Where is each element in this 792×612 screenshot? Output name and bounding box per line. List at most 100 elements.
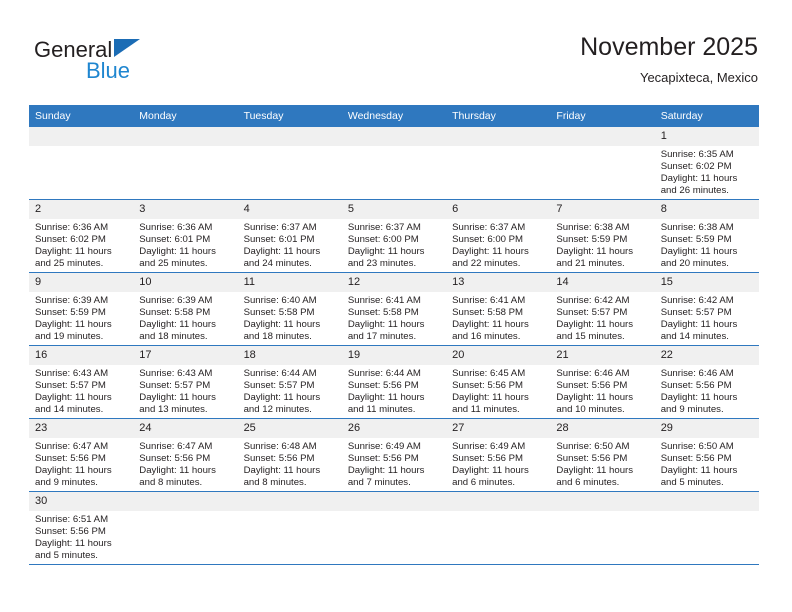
daylight-text-line2: and 15 minutes. xyxy=(556,331,625,343)
sunrise-text: Sunrise: 6:43 AM xyxy=(139,368,213,379)
sunrise-text: Sunrise: 6:44 AM xyxy=(243,368,317,379)
daylight-text-line2: and 9 minutes. xyxy=(35,477,98,489)
day-number: 29 xyxy=(654,419,759,438)
daylight-text-line2: and 18 minutes. xyxy=(243,331,312,343)
calendar-day-cell[interactable]: 18 Sunrise: 6:44 AM Sunset: 5:57 PM Dayligh… xyxy=(237,345,342,419)
daylight-text-line1: Daylight: 11 hours xyxy=(35,538,112,550)
day-details: Sunrise: 6:36 AM Sunset: 6:01 PM Daylight:… xyxy=(133,219,237,270)
sunrise-text: Sunrise: 6:47 AM xyxy=(35,441,109,452)
sunset-text: Sunset: 6:02 PM xyxy=(660,161,732,173)
daylight-text-line2: and 7 minutes. xyxy=(347,477,411,489)
day-details: Sunrise: 6:47 AM Sunset: 5:56 PM Daylight:… xyxy=(29,438,133,489)
calendar-day-cell[interactable]: 20 Sunrise: 6:45 AM Sunset: 5:56 PM Dayligh… xyxy=(446,345,551,419)
daylight-text-line1: Daylight: 11 hours xyxy=(35,246,112,258)
sunrise-text: Sunrise: 6:49 AM xyxy=(347,441,421,452)
daylight-text-line1: Daylight: 11 hours xyxy=(556,246,634,258)
general-blue-logo[interactable]: General Blue xyxy=(34,38,224,90)
calendar-day-cell[interactable]: 28 Sunrise: 6:50 AM Sunset: 5:56 PM Dayligh… xyxy=(550,418,655,492)
daylight-text-line1: Daylight: 11 hours xyxy=(347,246,425,258)
calendar-day-cell[interactable]: 30 Sunrise: 6:51 AM Sunset: 5:56 PM Dayligh… xyxy=(29,491,134,564)
calendar-day-cell[interactable]: 23 Sunrise: 6:47 AM Sunset: 5:56 PM Dayligh… xyxy=(29,418,134,492)
daylight-text-line2: and 14 minutes. xyxy=(660,331,729,343)
daylight-text-line2: and 16 minutes. xyxy=(452,331,521,343)
calendar-day-cell[interactable]: 29 Sunrise: 6:50 AM Sunset: 5:56 PM Dayligh… xyxy=(654,418,759,492)
sunrise-text: Sunrise: 6:40 AM xyxy=(243,295,317,306)
day-number: 9 xyxy=(29,273,134,292)
calendar-day-cell[interactable]: 5 Sunrise: 6:37 AM Sunset: 6:00 PM Daylight… xyxy=(341,199,447,273)
calendar-day-cell[interactable]: 12 Sunrise: 6:41 AM Sunset: 5:58 PM Dayligh… xyxy=(341,272,447,346)
day-details: Sunrise: 6:38 AM Sunset: 5:59 PM Daylight:… xyxy=(655,219,759,270)
day-number: 17 xyxy=(133,346,238,365)
calendar-day-cell[interactable]: 10 Sunrise: 6:39 AM Sunset: 5:58 PM Dayligh… xyxy=(133,272,238,346)
day-number: 16 xyxy=(29,346,134,365)
calendar-day-cell[interactable]: 3 Sunrise: 6:36 AM Sunset: 6:01 PM Daylight… xyxy=(133,199,238,273)
daylight-text-line1: Daylight: 11 hours xyxy=(347,319,425,331)
daylight-text-line1: Daylight: 11 hours xyxy=(35,319,112,331)
page-title: November 2025 xyxy=(580,33,758,61)
calendar-day-cell[interactable]: 22 Sunrise: 6:46 AM Sunset: 5:56 PM Dayligh… xyxy=(654,345,759,419)
calendar-day-cell[interactable]: 25 Sunrise: 6:48 AM Sunset: 5:56 PM Dayligh… xyxy=(237,418,342,492)
calendar-day-cell[interactable]: 11 Sunrise: 6:40 AM Sunset: 5:58 PM Dayligh… xyxy=(237,272,342,346)
day-number: 21 xyxy=(550,346,655,365)
sunset-text: Sunset: 5:56 PM xyxy=(347,453,419,465)
day-details: Sunrise: 6:36 AM Sunset: 6:02 PM Daylight:… xyxy=(29,219,133,270)
sunset-text: Sunset: 5:56 PM xyxy=(347,380,419,392)
calendar-day-cell[interactable]: 7 Sunrise: 6:38 AM Sunset: 5:59 PM Daylight… xyxy=(550,199,655,273)
calendar-day-cell[interactable]: 14 Sunrise: 6:42 AM Sunset: 5:57 PM Dayligh… xyxy=(550,272,655,346)
day-details: Sunrise: 6:41 AM Sunset: 5:58 PM Daylight:… xyxy=(446,292,550,343)
calendar-week-row: 9 Sunrise: 6:39 AM Sunset: 5:59 PM Daylight… xyxy=(29,272,759,346)
daylight-text-line1: Daylight: 11 hours xyxy=(452,246,529,258)
sunset-text: Sunset: 5:59 PM xyxy=(556,234,628,246)
day-number: 15 xyxy=(654,273,759,292)
calendar-day-cell[interactable]: 16 Sunrise: 6:43 AM Sunset: 5:57 PM Dayligh… xyxy=(29,345,134,419)
calendar-day-cell[interactable]: 21 Sunrise: 6:46 AM Sunset: 5:56 PM Dayligh… xyxy=(550,345,655,419)
calendar-day-cell[interactable]: 4 Sunrise: 6:37 AM Sunset: 6:01 PM Daylight… xyxy=(237,199,342,273)
sunset-text: Sunset: 5:56 PM xyxy=(35,453,106,465)
calendar-day-cell[interactable]: 27 Sunrise: 6:49 AM Sunset: 5:56 PM Dayligh… xyxy=(446,418,551,492)
sunrise-text: Sunrise: 6:44 AM xyxy=(347,368,421,379)
calendar-day-cell[interactable]: 17 Sunrise: 6:43 AM Sunset: 5:57 PM Dayligh… xyxy=(133,345,238,419)
daylight-text-line2: and 6 minutes. xyxy=(452,477,516,489)
daylight-text-line2: and 23 minutes. xyxy=(347,258,417,270)
daylight-text-line1: Daylight: 11 hours xyxy=(243,392,321,404)
sunrise-text: Sunrise: 6:42 AM xyxy=(660,295,734,306)
calendar-day-cell[interactable]: 26 Sunrise: 6:49 AM Sunset: 5:56 PM Dayligh… xyxy=(341,418,447,492)
daylight-text-line2: and 18 minutes. xyxy=(139,331,208,343)
daylight-text-line1: Daylight: 11 hours xyxy=(243,319,321,331)
weekday-header-friday: Friday xyxy=(550,105,655,127)
day-details: Sunrise: 6:37 AM Sunset: 6:00 PM Daylight:… xyxy=(342,219,446,270)
sunrise-text: Sunrise: 6:45 AM xyxy=(452,368,526,379)
weekday-header-row: Sunday Monday Tuesday Wednesday Thursday… xyxy=(29,105,759,127)
sunrise-text: Sunrise: 6:41 AM xyxy=(347,295,421,306)
sunrise-text: Sunrise: 6:47 AM xyxy=(139,441,213,452)
calendar-day-cell[interactable]: 1 Sunrise: 6:35 AM Sunset: 6:02 PM Daylight… xyxy=(654,127,759,200)
daylight-text-line2: and 13 minutes. xyxy=(139,404,208,416)
day-number xyxy=(654,492,759,511)
calendar-day-cell[interactable]: 8 Sunrise: 6:38 AM Sunset: 5:59 PM Daylight… xyxy=(654,199,759,273)
calendar-day-cell[interactable]: 6 Sunrise: 6:37 AM Sunset: 6:00 PM Daylight… xyxy=(446,199,551,273)
sunset-text: Sunset: 5:58 PM xyxy=(452,307,524,319)
calendar-day-cell[interactable]: 13 Sunrise: 6:41 AM Sunset: 5:58 PM Dayligh… xyxy=(446,272,551,346)
calendar-empty-cell xyxy=(237,127,342,200)
calendar-day-cell[interactable]: 9 Sunrise: 6:39 AM Sunset: 5:59 PM Daylight… xyxy=(29,272,134,346)
daylight-text-line1: Daylight: 11 hours xyxy=(452,319,529,331)
day-details: Sunrise: 6:39 AM Sunset: 5:59 PM Daylight:… xyxy=(29,292,133,343)
calendar-day-cell[interactable]: 19 Sunrise: 6:44 AM Sunset: 5:56 PM Dayligh… xyxy=(341,345,447,419)
daylight-text-line1: Daylight: 11 hours xyxy=(556,465,634,477)
sunset-text: Sunset: 5:59 PM xyxy=(35,307,106,319)
day-details: Sunrise: 6:43 AM Sunset: 5:57 PM Daylight:… xyxy=(133,365,237,416)
daylight-text-line1: Daylight: 11 hours xyxy=(452,465,529,477)
calendar-day-cell[interactable]: 15 Sunrise: 6:42 AM Sunset: 5:57 PM Dayligh… xyxy=(654,272,759,346)
calendar-day-cell[interactable]: 2 Sunrise: 6:36 AM Sunset: 6:02 PM Daylight… xyxy=(29,199,134,273)
daylight-text-line1: Daylight: 11 hours xyxy=(452,392,529,404)
day-details: Sunrise: 6:45 AM Sunset: 5:56 PM Daylight:… xyxy=(446,365,550,416)
day-details: Sunrise: 6:44 AM Sunset: 5:57 PM Daylight:… xyxy=(238,365,342,416)
calendar-empty-cell xyxy=(446,127,551,200)
sunrise-text: Sunrise: 6:46 AM xyxy=(556,368,630,379)
calendar-day-cell[interactable]: 24 Sunrise: 6:47 AM Sunset: 5:56 PM Dayligh… xyxy=(133,418,238,492)
day-details: Sunrise: 6:40 AM Sunset: 5:58 PM Daylight:… xyxy=(238,292,342,343)
day-number: 6 xyxy=(446,200,551,219)
day-number xyxy=(237,127,342,146)
day-number: 18 xyxy=(237,346,342,365)
day-details: Sunrise: 6:47 AM Sunset: 5:56 PM Daylight:… xyxy=(133,438,237,489)
